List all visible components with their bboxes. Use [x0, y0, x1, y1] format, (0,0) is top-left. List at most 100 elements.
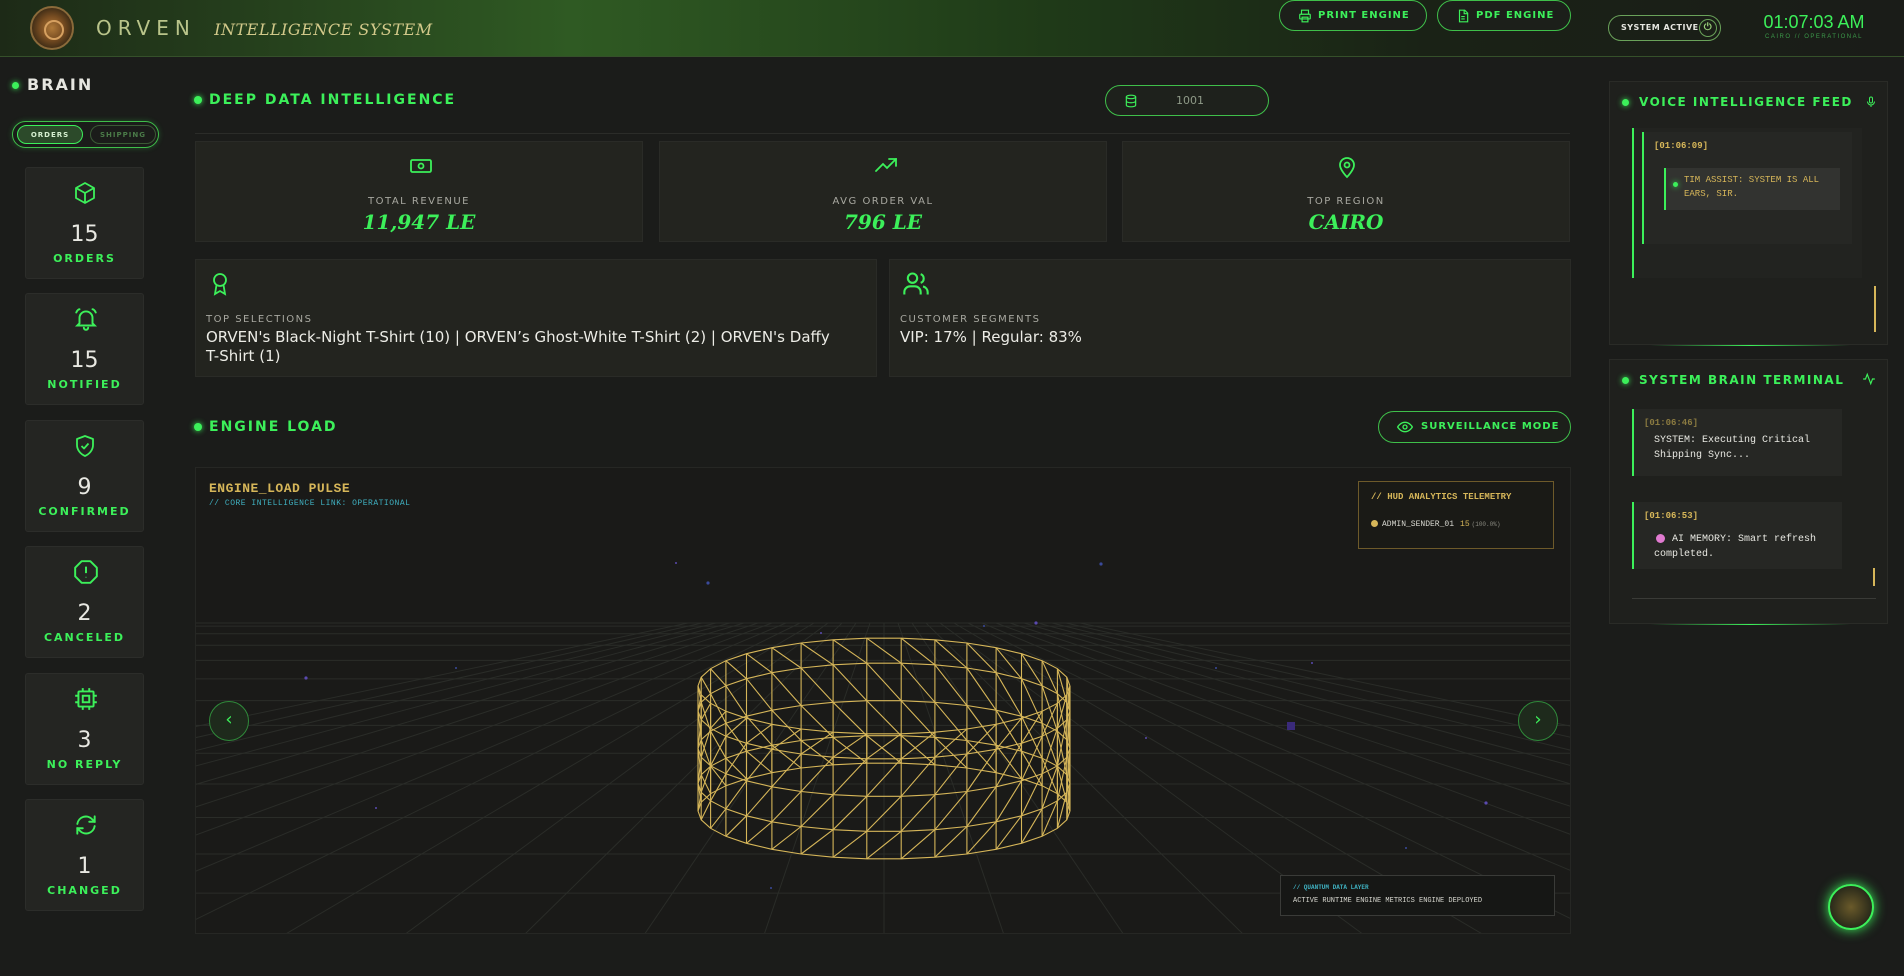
feed-scrollbar[interactable]	[1874, 286, 1876, 332]
orders-shipping-toggle[interactable]: ORDERS SHIPPING	[12, 121, 159, 148]
terminal-scrollbar[interactable]	[1873, 568, 1875, 586]
kpi-avg-order: AVG ORDER VAL 796 LE	[659, 141, 1107, 242]
order-id-value: 1001	[1176, 94, 1204, 107]
terminal-entry: [01:06:53] AI MEMORY: Smart refresh comp…	[1632, 502, 1842, 569]
speaker-dot	[1673, 182, 1678, 187]
stat-card-notified[interactable]: 15 NOTIFIED	[25, 293, 144, 405]
refresh-icon	[76, 815, 96, 835]
hud-telemetry-panel: // HUD ANALYTICS TELEMETRY ADMIN_SENDER_…	[1358, 481, 1554, 549]
stat-value: 2	[77, 601, 92, 626]
voice-feed-list[interactable]: [01:06:09] TIM ASSIST: SYSTEM IS ALL EAR…	[1632, 128, 1862, 278]
qdl-title: // QUANTUM DATA LAYER	[1293, 884, 1369, 891]
system-active-label: SYSTEM ACTIVE	[1621, 23, 1699, 32]
clock-time: 01:07:03 AM	[1763, 12, 1865, 32]
stat-label: NOTIFIED	[47, 378, 122, 391]
entry-timestamp: [01:06:09]	[1654, 141, 1709, 151]
status-dot	[1622, 99, 1629, 106]
brain-terminal-panel: SYSTEM BRAIN TERMINAL [01:06:46] SYSTEM:…	[1609, 359, 1888, 625]
terminal-divider	[1632, 598, 1876, 599]
entry-timestamp: [01:06:53]	[1644, 511, 1699, 521]
entry-text: AI MEMORY: Smart refresh completed.	[1654, 534, 1817, 560]
info-label: CUSTOMER SEGMENTS	[900, 314, 1041, 325]
viewport-subtitle: // CORE INTELLIGENCE LINK: OPERATIONAL	[209, 499, 411, 508]
surveillance-mode-button[interactable]: SURVEILLANCE MODE	[1378, 411, 1571, 443]
kpi-top-region: TOP REGION CAIRO	[1122, 141, 1570, 242]
chip-icon	[75, 688, 97, 710]
shield-check-icon	[76, 435, 94, 457]
deep-data-title: DEEP DATA INTELLIGENCE	[194, 92, 456, 108]
assistant-fab-button[interactable]	[1828, 884, 1874, 930]
microphone-icon[interactable]	[1865, 94, 1877, 110]
panel-glow	[1650, 624, 1850, 625]
stat-card-confirmed[interactable]: 9 CONFIRMED	[25, 420, 144, 532]
hud-title: // HUD ANALYTICS TELEMETRY	[1371, 492, 1512, 502]
cube-icon	[75, 182, 95, 204]
stat-card-canceled[interactable]: 2 CANCELED	[25, 546, 144, 658]
next-arrow-button[interactable]: ›	[1518, 701, 1558, 741]
prev-arrow-button[interactable]: ‹	[209, 701, 249, 741]
section-divider	[195, 133, 1570, 134]
voice-feed-entry: [01:06:09] TIM ASSIST: SYSTEM IS ALL EAR…	[1642, 132, 1852, 244]
brand-title: ORVEN INTELLIGENCE SYSTEM	[96, 16, 433, 40]
brain-title: BRAIN	[12, 75, 93, 94]
info-value: VIP: 17% | Regular: 83%	[900, 328, 1082, 346]
banknote-icon	[410, 159, 432, 173]
stat-value: 15	[70, 222, 99, 247]
toggle-orders[interactable]: ORDERS	[17, 125, 83, 144]
printer-icon	[1299, 9, 1311, 23]
kpi-value: 11,947 LE	[362, 210, 476, 234]
power-icon[interactable]: ⏻	[1699, 19, 1717, 37]
panel-glow	[1650, 345, 1850, 346]
kpi-label: TOTAL REVENUE	[368, 196, 470, 207]
order-id-input[interactable]: 1001	[1105, 85, 1269, 116]
status-dot	[194, 96, 202, 104]
engine-load-title: ENGINE LOAD	[194, 419, 338, 435]
info-value: ORVEN's Black-Night T-Shirt (10) | ORVEN…	[206, 328, 830, 365]
brand-name: ORVEN	[96, 16, 196, 40]
kpi-label: TOP REGION	[1307, 196, 1385, 207]
viewport-title: ENGINE_LOAD PULSE	[209, 481, 351, 496]
sender-dot	[1371, 520, 1378, 528]
status-dot	[1622, 377, 1629, 384]
hud-sender-row: ADMIN_SENDER_01 15 (100.0%)	[1371, 520, 1500, 529]
stat-card-orders[interactable]: 15 ORDERS	[25, 167, 144, 279]
kpi-value: CAIRO	[1308, 210, 1384, 234]
stat-value: 9	[77, 475, 92, 500]
orven-logo[interactable]	[30, 6, 74, 50]
terminal-entry: [01:06:46] SYSTEM: Executing Critical Sh…	[1632, 409, 1842, 476]
stat-card-no-reply[interactable]: 3 NO REPLY	[25, 673, 144, 785]
award-icon	[213, 273, 227, 296]
top-selections-card: TOP SELECTIONS ORVEN's Black-Night T-Shi…	[195, 259, 877, 377]
entry-text: TIM ASSIST: SYSTEM IS ALL EARS, SIR.	[1684, 175, 1820, 199]
activity-icon[interactable]	[1861, 372, 1877, 386]
alert-octagon-icon	[74, 560, 98, 584]
info-label: TOP SELECTIONS	[206, 314, 313, 325]
toggle-shipping[interactable]: SHIPPING	[90, 125, 156, 144]
file-icon	[1458, 9, 1469, 23]
terminal-title: SYSTEM BRAIN TERMINAL	[1622, 373, 1844, 387]
pdf-engine-button[interactable]: PDF ENGINE	[1437, 0, 1571, 31]
stat-label: NO REPLY	[46, 758, 123, 771]
stat-value: 15	[70, 348, 99, 373]
entry-text: SYSTEM: Executing Critical Shipping Sync…	[1654, 435, 1811, 461]
stat-label: ORDERS	[53, 252, 116, 265]
status-dot	[12, 82, 19, 89]
stat-card-changed[interactable]: 1 CHANGED	[25, 799, 144, 911]
stat-value: 1	[77, 854, 92, 879]
top-header: ORVEN INTELLIGENCE SYSTEM SYSTEM ACTIVE …	[0, 0, 1904, 57]
quantum-data-layer-box: // QUANTUM DATA LAYER ACTIVE RUNTIME ENG…	[1280, 875, 1555, 916]
clock: 01:07:03 AM CAIRO // OPERATIONAL	[1748, 12, 1880, 40]
clock-location: CAIRO // OPERATIONAL	[1765, 34, 1863, 40]
system-active-badge[interactable]: SYSTEM ACTIVE ⏻	[1608, 15, 1721, 41]
trending-up-icon	[875, 158, 897, 172]
stat-label: CHANGED	[47, 884, 122, 897]
print-engine-button[interactable]: PRINT ENGINE	[1279, 0, 1427, 31]
users-icon	[903, 272, 929, 295]
kpi-label: AVG ORDER VAL	[832, 196, 934, 207]
brand-subtitle: INTELLIGENCE SYSTEM	[214, 20, 433, 39]
stat-value: 3	[77, 728, 92, 753]
entry-timestamp: [01:06:46]	[1644, 418, 1699, 428]
engine-load-viewport[interactable]: ENGINE_LOAD PULSE // CORE INTELLIGENCE L…	[195, 467, 1571, 934]
voice-feed-panel: VOICE INTELLIGENCE FEED [01:06:09] TIM A…	[1609, 81, 1888, 346]
bell-icon	[74, 308, 98, 331]
